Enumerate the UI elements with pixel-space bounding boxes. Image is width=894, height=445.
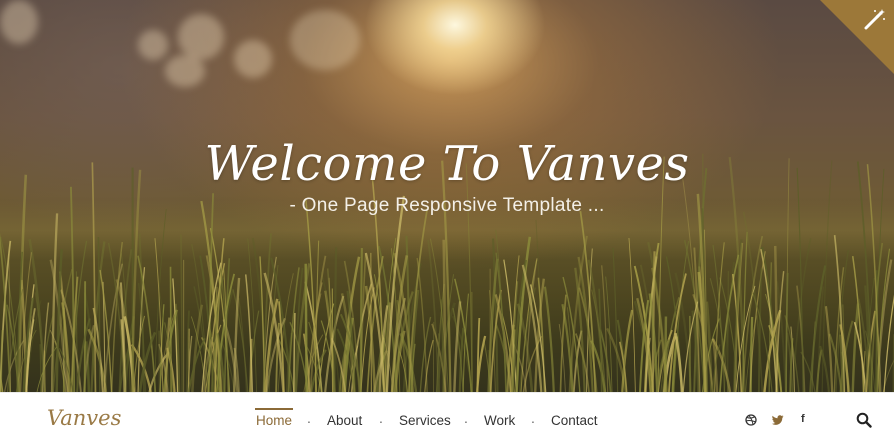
brand-logo[interactable]: Vanves	[47, 406, 121, 430]
nav-separator: .	[307, 410, 311, 426]
grass-blade	[785, 272, 789, 392]
magic-wand-icon[interactable]	[862, 8, 886, 32]
bokeh-light	[178, 14, 224, 60]
bokeh-light	[0, 0, 38, 44]
nav-item-contact[interactable]: Contact	[551, 413, 598, 428]
grass-blade	[97, 236, 101, 392]
grass-blade	[359, 247, 363, 392]
nav-item-home[interactable]: Home	[254, 408, 294, 428]
facebook-icon[interactable]: f	[801, 413, 805, 425]
grass-blade	[364, 285, 377, 392]
search-icon[interactable]	[856, 412, 872, 428]
grass-blade	[0, 330, 4, 392]
nav-separator: .	[379, 410, 383, 426]
nav-item-about[interactable]: About	[327, 413, 362, 428]
grass-blade	[180, 234, 183, 392]
grass-blade	[543, 286, 555, 392]
nav-separator: .	[464, 410, 468, 426]
grass-blade	[333, 247, 338, 392]
grass-blade	[727, 271, 729, 392]
hero-subtitle: - One Page Responsive Template ...	[289, 195, 605, 216]
twitter-icon[interactable]	[772, 414, 784, 426]
grass-blade	[612, 247, 619, 392]
hero-section: Welcome To Vanves - One Page Responsive …	[0, 0, 894, 392]
grass-blade	[39, 344, 42, 392]
bokeh-light	[138, 30, 168, 60]
grass-blade	[851, 303, 860, 392]
dribbble-icon[interactable]	[745, 414, 757, 426]
grass-blade	[169, 266, 172, 392]
bokeh-light	[290, 10, 360, 70]
nav-item-work[interactable]: Work	[484, 413, 515, 428]
grass-blade	[41, 302, 50, 392]
bokeh-light	[234, 40, 272, 78]
nav-separator: .	[531, 410, 535, 426]
bokeh-light	[165, 55, 205, 87]
nav-item-services[interactable]: Services	[399, 413, 451, 428]
main-navbar: Vanves Home . About . Services . Work . …	[0, 392, 894, 445]
grass-blade	[819, 345, 830, 392]
hero-title: Welcome To Vanves	[204, 136, 690, 192]
